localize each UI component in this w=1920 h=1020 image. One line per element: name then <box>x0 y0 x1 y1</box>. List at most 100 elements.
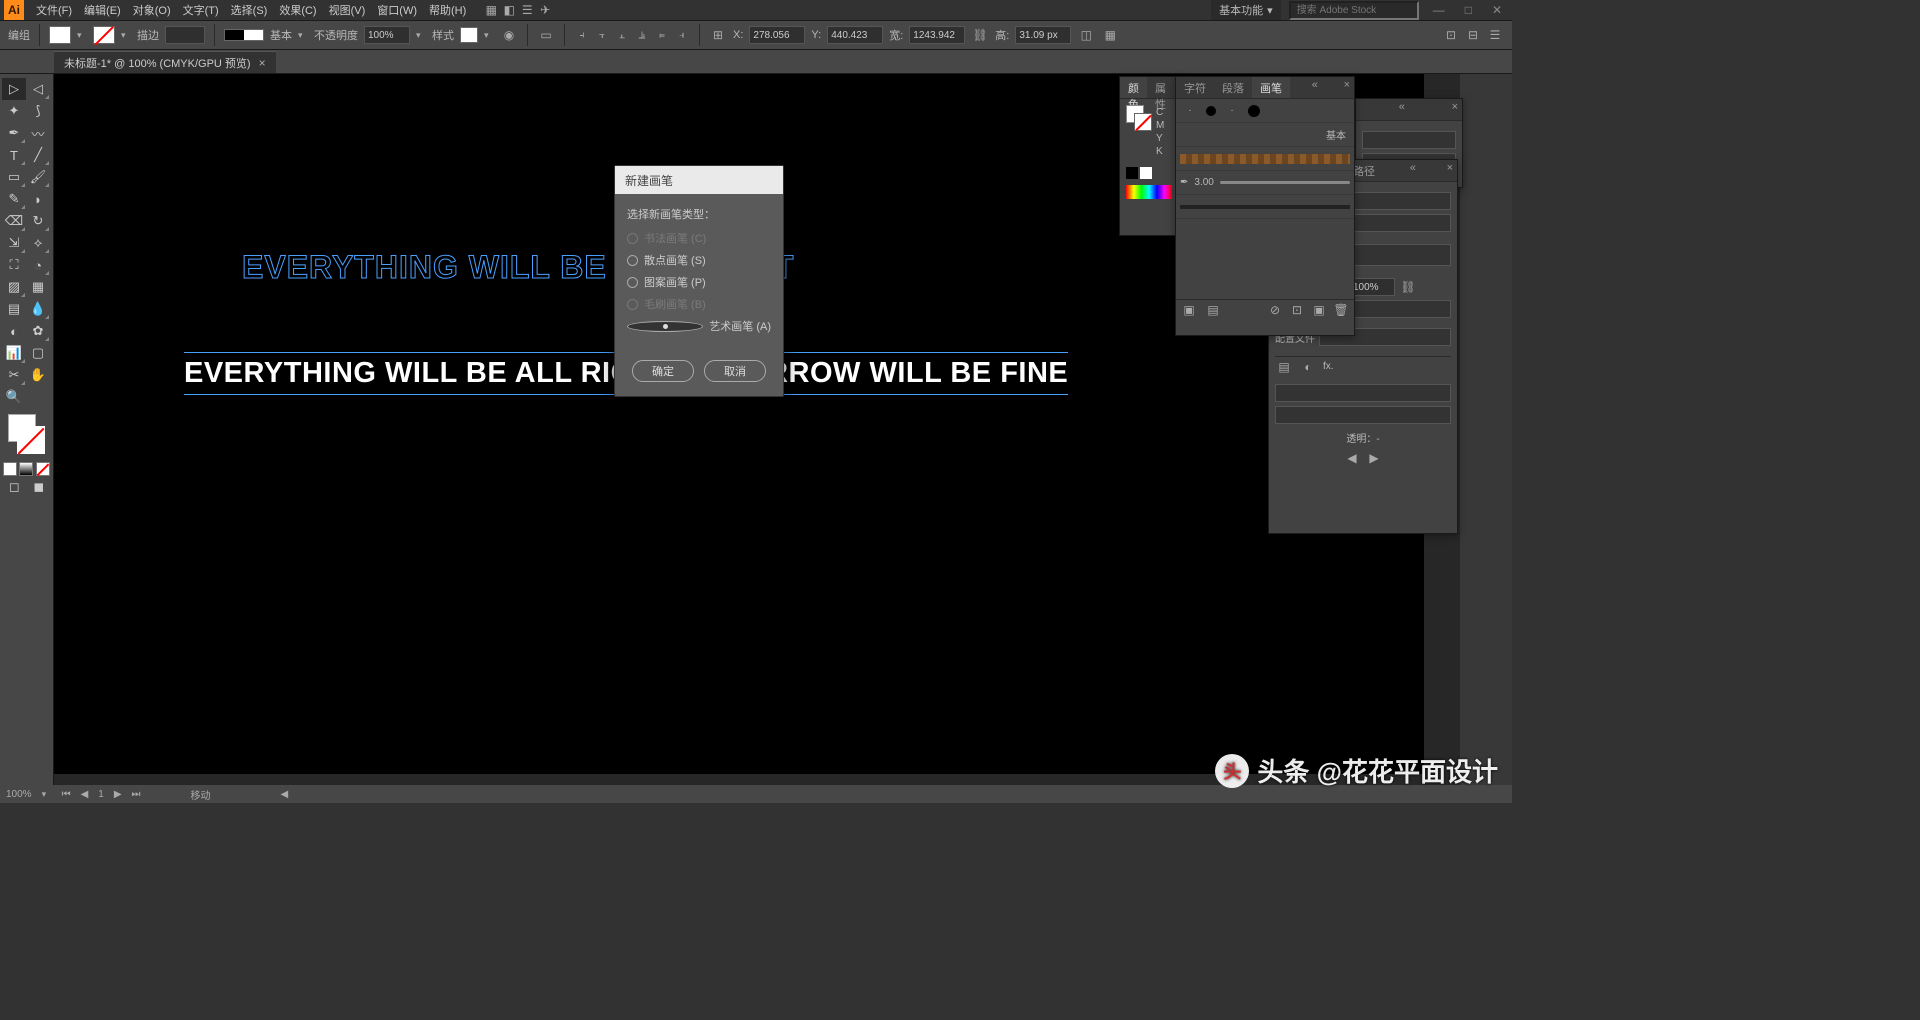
panel-menu-icon[interactable]: ☰ <box>1486 26 1504 44</box>
menu-edit[interactable]: 编辑(E) <box>78 0 127 20</box>
brush-menu-icon[interactable]: ▤ <box>1204 301 1222 319</box>
slice-tool[interactable]: ✂ <box>2 364 26 386</box>
align-top-icon[interactable]: ⫡ <box>634 27 650 43</box>
align-vcenter-icon[interactable]: ⫢ <box>654 27 670 43</box>
doc-setup-icon[interactable]: ▭ <box>537 26 555 44</box>
brush-item[interactable]: · · <box>1176 99 1354 123</box>
align-left-icon[interactable]: ⫞ <box>574 27 590 43</box>
panel-close-icon[interactable]: × <box>1340 77 1354 98</box>
nav-next-icon[interactable]: ▶ <box>114 789 122 800</box>
brush-library-icon[interactable]: ▣ <box>1180 301 1198 319</box>
artboard-tool[interactable]: ▢ <box>26 342 50 364</box>
align-bottom-icon[interactable]: ⫣ <box>674 27 690 43</box>
nav-next-icon[interactable]: ▶ <box>1365 449 1383 467</box>
direct-select-tool[interactable]: ◁ <box>26 78 50 100</box>
radio-pattern[interactable]: 图案画笔 (P) <box>627 274 771 290</box>
mini-select[interactable] <box>1362 131 1456 149</box>
panel-collapse-icon[interactable]: « <box>1395 99 1409 120</box>
nav-last-icon[interactable]: ⏭ <box>132 789 141 800</box>
hand-tool[interactable]: ✋ <box>26 364 50 386</box>
brush-item-art[interactable]: ✒3.00 <box>1176 171 1354 195</box>
link-scale-icon[interactable]: ⛓ <box>1399 278 1417 296</box>
brush-options-icon[interactable]: ⊡ <box>1288 301 1306 319</box>
y-input[interactable] <box>827 26 883 44</box>
tab-attrs[interactable]: 属性 <box>1147 77 1174 98</box>
free-transform-tool[interactable]: ⛶ <box>2 254 26 276</box>
type-tool[interactable]: T <box>2 144 26 166</box>
menu-window[interactable]: 窗口(W) <box>371 0 423 20</box>
tab-brushes[interactable]: 画笔 <box>1252 77 1290 98</box>
pen-tool[interactable]: ✒ <box>2 122 26 144</box>
artboard-number[interactable]: 1 <box>98 789 104 800</box>
arrange-icon[interactable]: ☰ <box>518 1 536 19</box>
brush-delete-icon[interactable]: 🗑 <box>1332 301 1350 319</box>
layers-icon[interactable]: ▤ <box>1275 358 1293 376</box>
screen-normal-icon[interactable]: ◻ <box>7 480 21 494</box>
panel-close-icon[interactable]: × <box>1448 99 1462 120</box>
panel-collapse-icon[interactable]: « <box>1308 77 1322 98</box>
window-close[interactable]: ✕ <box>1486 1 1508 19</box>
document-tab[interactable]: 未标题-1* @ 100% (CMYK/GPU 预览) × <box>54 51 276 73</box>
brush-preview[interactable] <box>224 29 264 41</box>
perspective-tool[interactable]: ▨ <box>2 276 26 298</box>
tab-paragraph[interactable]: 段落 <box>1214 77 1252 98</box>
menu-help[interactable]: 帮助(H) <box>423 0 472 20</box>
screen-full-icon[interactable]: ◼ <box>32 480 46 494</box>
scale-v-input[interactable] <box>1349 278 1395 296</box>
gradient-tool[interactable]: ▤ <box>2 298 26 320</box>
cancel-button[interactable]: 取消 <box>704 360 766 382</box>
nav-prev-icon[interactable]: ◀ <box>1343 449 1361 467</box>
blend-tool[interactable]: ◐ <box>2 320 26 342</box>
gradient-mode-icon[interactable] <box>19 462 33 476</box>
stroke-weight-input[interactable] <box>165 26 205 44</box>
recolor-icon[interactable]: ◉ <box>500 26 518 44</box>
x-input[interactable] <box>749 26 805 44</box>
isolate-icon[interactable]: ▦ <box>1101 26 1119 44</box>
none-mode-icon[interactable] <box>36 462 50 476</box>
workspace-switcher[interactable]: 基本功能▾ <box>1211 0 1281 20</box>
graph-tool[interactable]: 📊 <box>2 342 26 364</box>
zoom-tool[interactable]: 🔍 <box>2 386 26 408</box>
tab-character[interactable]: 字符 <box>1176 77 1214 98</box>
blend-row[interactable] <box>1275 406 1451 424</box>
brush-item-basic[interactable]: 基本 <box>1176 123 1354 147</box>
width-tool[interactable]: ⟡ <box>26 232 50 254</box>
paintbrush-tool[interactable]: 🖌 <box>26 166 50 188</box>
mesh-tool[interactable]: ▦ <box>26 276 50 298</box>
menu-type[interactable]: 文字(T) <box>177 0 225 20</box>
zoom-value[interactable]: 100% <box>6 789 32 800</box>
h-input[interactable] <box>1015 26 1071 44</box>
menu-view[interactable]: 视图(V) <box>323 0 372 20</box>
brush-item-chalk[interactable] <box>1176 195 1354 219</box>
selection-tool[interactable]: ▷ <box>2 78 26 100</box>
nav-prev-icon[interactable]: ◀ <box>81 789 89 800</box>
menu-select[interactable]: 选择(S) <box>225 0 274 20</box>
align-right-icon[interactable]: ⫠ <box>614 27 630 43</box>
appearance-icon[interactable]: ◐ <box>1299 358 1317 376</box>
style-swatch[interactable] <box>460 27 478 43</box>
close-tab-icon[interactable]: × <box>259 56 266 70</box>
w-input[interactable] <box>909 26 965 44</box>
panel-close-icon[interactable]: × <box>1443 160 1457 181</box>
nav-first-icon[interactable]: ⏮ <box>62 789 71 800</box>
layout-icon-2[interactable]: ⊟ <box>1464 26 1482 44</box>
opacity-input[interactable] <box>364 26 410 44</box>
menu-effect[interactable]: 效果(C) <box>273 0 322 20</box>
bridge-icon[interactable]: ▦ <box>482 1 500 19</box>
transform-icon[interactable]: ⊞ <box>709 26 727 44</box>
dialog-title[interactable]: 新建画笔 <box>615 166 783 194</box>
stroke-swatch[interactable] <box>93 26 115 44</box>
shape-builder-tool[interactable]: ◔ <box>26 254 50 276</box>
stock-icon[interactable]: ◧ <box>500 1 518 19</box>
line-tool[interactable]: ╱ <box>26 144 50 166</box>
gpu-icon[interactable]: ✈ <box>536 1 554 19</box>
window-maximize[interactable]: □ <box>1459 1 1478 19</box>
rotate-tool[interactable]: ↻ <box>26 210 50 232</box>
tab-color[interactable]: 颜色 <box>1120 77 1147 98</box>
scale-tool[interactable]: ⇲ <box>2 232 26 254</box>
magic-wand-tool[interactable]: ✦ <box>2 100 26 122</box>
ok-button[interactable]: 确定 <box>632 360 694 382</box>
color-panel[interactable]: 颜色 属性 ≡ C M Y K <box>1119 76 1179 236</box>
eraser-tool[interactable]: ⌫ <box>2 210 26 232</box>
link-wh-icon[interactable]: ⛓ <box>971 26 989 44</box>
